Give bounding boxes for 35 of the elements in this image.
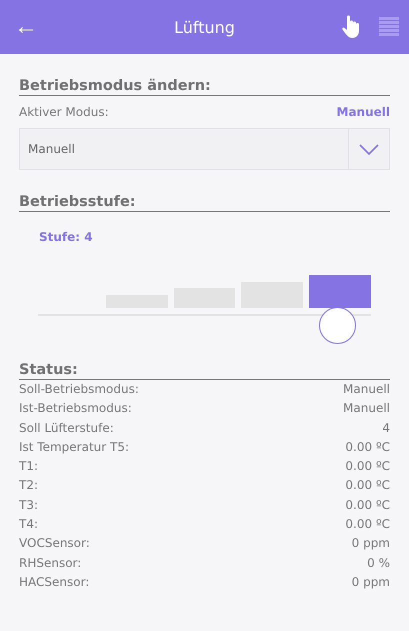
hand-icon[interactable]	[341, 15, 361, 39]
status-value: Manuell	[343, 400, 390, 418]
level-reading: Stufe: 4	[39, 230, 94, 244]
status-value: Manuell	[343, 381, 390, 398]
back-button[interactable]: ←	[10, 15, 42, 39]
status-label: T3:	[19, 496, 38, 514]
menu-icon[interactable]	[379, 17, 399, 37]
status-value: 0 %	[367, 554, 390, 572]
status-value: 0 ppm	[352, 535, 390, 552]
status-value: 0.00 ºC	[345, 458, 390, 476]
status-label: Soll Lüfterstufe:	[19, 420, 114, 437]
section-heading: Status:	[19, 362, 390, 380]
field-label: Aktiver Modus:	[19, 105, 109, 119]
status-value: 0.00 ºC	[345, 496, 390, 514]
status-label: Soll-Betriebsmodus:	[19, 381, 139, 398]
chevron-down-icon	[359, 144, 379, 154]
status-label: T2:	[19, 477, 38, 494]
status-value: 0.00 ºC	[345, 516, 390, 534]
status-label: VOCSensor:	[19, 535, 90, 552]
status-label: HACSensor:	[19, 574, 90, 591]
status-value: 0 ppm	[352, 574, 390, 591]
slider-thumb[interactable]	[319, 307, 356, 344]
status-label: T4:	[19, 516, 38, 534]
mode-dropdown[interactable]: Manuell	[19, 128, 390, 170]
section-heading: Betriebsstufe:	[19, 194, 390, 212]
status-value: 0.00 ºC	[345, 438, 390, 456]
section-heading: Betriebsmodus ändern:	[19, 78, 390, 96]
status-label: Ist Temperatur T5:	[19, 438, 130, 456]
status-value: 0.00 ºC	[345, 477, 390, 494]
status-value: 4	[382, 420, 390, 437]
active-mode-value: Manuell	[336, 105, 390, 119]
status-label: RHSensor:	[19, 554, 82, 572]
status-label: T1:	[19, 458, 38, 476]
status-label: Ist-Betriebsmodus:	[19, 400, 132, 418]
page-title: Lüftung	[173, 18, 236, 36]
